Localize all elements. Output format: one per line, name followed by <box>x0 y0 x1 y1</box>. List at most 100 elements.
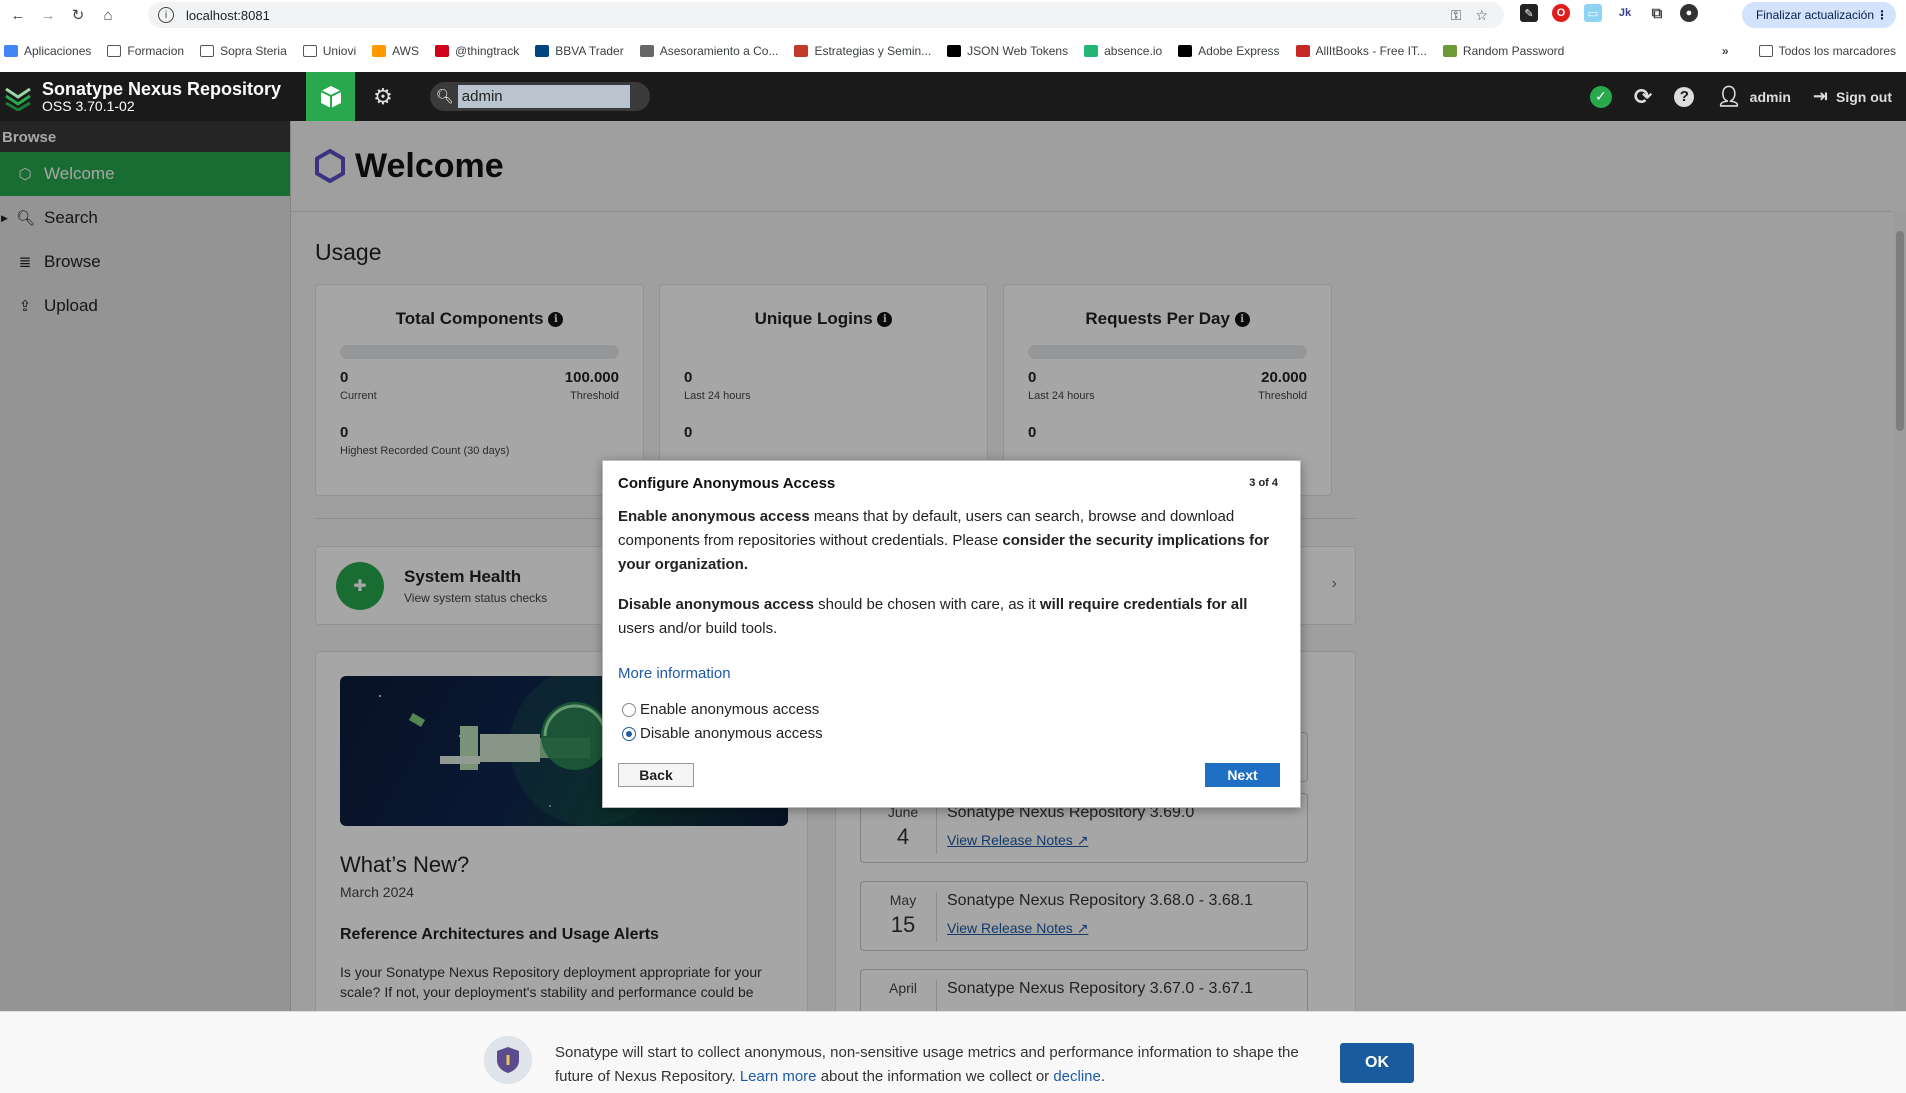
home-icon[interactable]: ⌂ <box>96 3 120 27</box>
bookmark-item[interactable]: Asesoramiento a Co... <box>639 44 778 58</box>
bookmark-label: AllItBooks - Free IT... <box>1315 44 1427 58</box>
bookmark-item[interactable]: Adobe Express <box>1178 44 1280 58</box>
bookmark-item[interactable]: @thingtrack <box>435 44 519 58</box>
shield-graphic <box>497 1047 519 1073</box>
bookmark-item[interactable]: Random Password <box>1442 44 1565 58</box>
search-input[interactable] <box>457 85 630 108</box>
sign-out-button[interactable]: ⇥ Sign out <box>1813 86 1892 107</box>
decline-link[interactable]: decline <box>1053 1068 1101 1085</box>
user-icon: 👤︎ <box>1716 86 1742 108</box>
bookmark-label: JSON Web Tokens <box>967 44 1069 58</box>
dialog-step: 3 of 4 <box>1249 477 1278 489</box>
more-information-link[interactable]: More information <box>618 665 731 682</box>
back-button[interactable]: Back <box>618 763 694 787</box>
refresh-icon[interactable]: ⟳ <box>1634 84 1652 110</box>
bookmark-item[interactable]: Aplicaciones <box>4 44 91 58</box>
bookmark-label: Estrategias y Semin... <box>814 44 932 58</box>
gear-icon <box>639 45 654 57</box>
next-button[interactable]: Next <box>1205 763 1280 787</box>
browser-toolbar: ← → ↻ ⌂ i localhost:8081 ⚿ ☆ ✎ O ▭ Jk ⧉ … <box>0 0 1906 30</box>
disable-anonymous-radio[interactable] <box>622 726 636 741</box>
sign-out-icon: ⇥ <box>1812 86 1828 106</box>
radio-label[interactable]: Disable anonymous access <box>640 725 823 742</box>
nexus-logo-icon <box>5 87 31 111</box>
bookmark-item[interactable]: BBVA Trader <box>535 44 624 58</box>
folder-icon <box>1758 45 1773 57</box>
bookmark-item[interactable]: AWS <box>372 44 419 58</box>
bookmark-label: Aplicaciones <box>24 44 92 58</box>
bookmark-item[interactable]: absence.io <box>1084 44 1162 58</box>
enable-anonymous-radio-option[interactable]: Enable anonymous access <box>622 701 819 718</box>
product-title: Sonatype Nexus Repository <box>42 78 282 99</box>
back-arrow-icon[interactable]: ← <box>6 3 30 27</box>
update-button-label: Finalizar actualización <box>1755 8 1874 22</box>
password-icon <box>1442 45 1457 57</box>
user-name: admin <box>1749 88 1791 105</box>
search-icon: 🔍︎ <box>436 88 454 104</box>
update-button[interactable]: Finalizar actualización ⋮ <box>1741 2 1896 28</box>
menu-dots-icon[interactable]: ⋮ <box>1876 8 1888 22</box>
shield-icon <box>484 1036 532 1084</box>
bookmark-label: Random Password <box>1462 44 1565 58</box>
brand[interactable]: Sonatype Nexus Repository OSS 3.70.1-02 <box>0 72 306 121</box>
dialog-title: Configure Anonymous Access <box>618 475 836 492</box>
forward-arrow-icon[interactable]: → <box>36 3 60 27</box>
search-box[interactable]: 🔍︎ <box>430 82 650 111</box>
browse-mode-button[interactable] <box>306 72 355 121</box>
bookmark-item[interactable]: Sopra Steria <box>200 44 287 58</box>
bookmarks-right: » Todos los marcadores <box>1722 44 1896 58</box>
dialog-body: Enable anonymous access means that by de… <box>618 505 1283 657</box>
radio-label[interactable]: Enable anonymous access <box>640 701 819 718</box>
reload-icon[interactable]: ↻ <box>66 3 90 27</box>
disable-anonymous-radio-option[interactable]: Disable anonymous access <box>622 725 823 742</box>
help-icon[interactable]: ? <box>1674 86 1695 107</box>
user-menu[interactable]: 👤︎ admin <box>1716 84 1791 109</box>
puzzle-extension-icon[interactable]: ⧉ <box>1648 4 1666 22</box>
aws-icon <box>372 45 387 57</box>
bookmark-label: absence.io <box>1104 44 1163 58</box>
thingtrack-icon <box>435 45 450 57</box>
bookmark-item[interactable]: Formacion <box>107 44 184 58</box>
learn-more-link[interactable]: Learn more <box>740 1068 817 1085</box>
configure-anonymous-access-dialog: Configure Anonymous Access 3 of 4 Enable… <box>602 460 1301 808</box>
bookmark-label: BBVA Trader <box>555 44 624 58</box>
folder-icon <box>302 45 317 57</box>
url-text[interactable]: localhost:8081 <box>186 8 270 23</box>
bookmarks-bar: Aplicaciones Formacion Sopra Steria Uniovi A… <box>0 38 1906 64</box>
bookmark-item[interactable]: Uniovi <box>302 44 357 58</box>
profile-avatar-icon[interactable]: ● <box>1680 4 1698 22</box>
bookmark-label: AWS <box>392 44 420 58</box>
bookmark-label: @thingtrack <box>455 44 520 58</box>
system-status-ok-icon[interactable]: ✓ <box>1589 85 1612 108</box>
site-info-icon[interactable]: i <box>158 7 174 23</box>
book-icon <box>1295 45 1310 57</box>
jira-extension-icon[interactable]: Jk <box>1616 4 1634 22</box>
bookmark-label: Sopra Steria <box>220 44 287 58</box>
key-icon[interactable]: ⚿ <box>1451 7 1462 24</box>
apps-grid-icon <box>4 45 18 57</box>
admin-gear-icon[interactable]: ⚙ <box>370 84 396 110</box>
star-icon[interactable]: ☆ <box>1475 7 1488 24</box>
address-bar[interactable]: i localhost:8081 ⚿ ☆ <box>148 2 1504 28</box>
bookmark-label: Uniovi <box>322 44 357 58</box>
bookmark-item[interactable]: JSON Web Tokens <box>947 44 1068 58</box>
more-bookmarks-icon[interactable]: » <box>1722 44 1729 58</box>
all-bookmarks-link[interactable]: Todos los marcadores <box>1779 44 1896 58</box>
dialog-paragraph-enable: Enable anonymous access means that by de… <box>618 508 1270 573</box>
opera-extension-icon[interactable]: O <box>1552 4 1570 22</box>
jwt-icon <box>947 45 962 57</box>
folder-icon <box>200 45 215 57</box>
consent-text: Sonatype will start to collect anonymous… <box>555 1044 1299 1085</box>
e-icon <box>794 45 809 57</box>
app-header: Sonatype Nexus Repository OSS 3.70.1-02 … <box>0 72 1906 121</box>
bookmark-item[interactable]: Estrategias y Semin... <box>794 44 931 58</box>
bookmark-label: Formacion <box>127 44 185 58</box>
folder-extension-icon[interactable]: ▭ <box>1584 4 1602 22</box>
bookmark-item[interactable]: AllItBooks - Free IT... <box>1295 44 1427 58</box>
pen-extension-icon[interactable]: ✎ <box>1520 4 1538 22</box>
consent-ok-button[interactable]: OK <box>1340 1043 1414 1083</box>
adobe-icon <box>1178 45 1193 57</box>
sign-out-label: Sign out <box>1836 88 1892 105</box>
folder-icon <box>107 45 122 57</box>
enable-anonymous-radio[interactable] <box>622 702 636 717</box>
